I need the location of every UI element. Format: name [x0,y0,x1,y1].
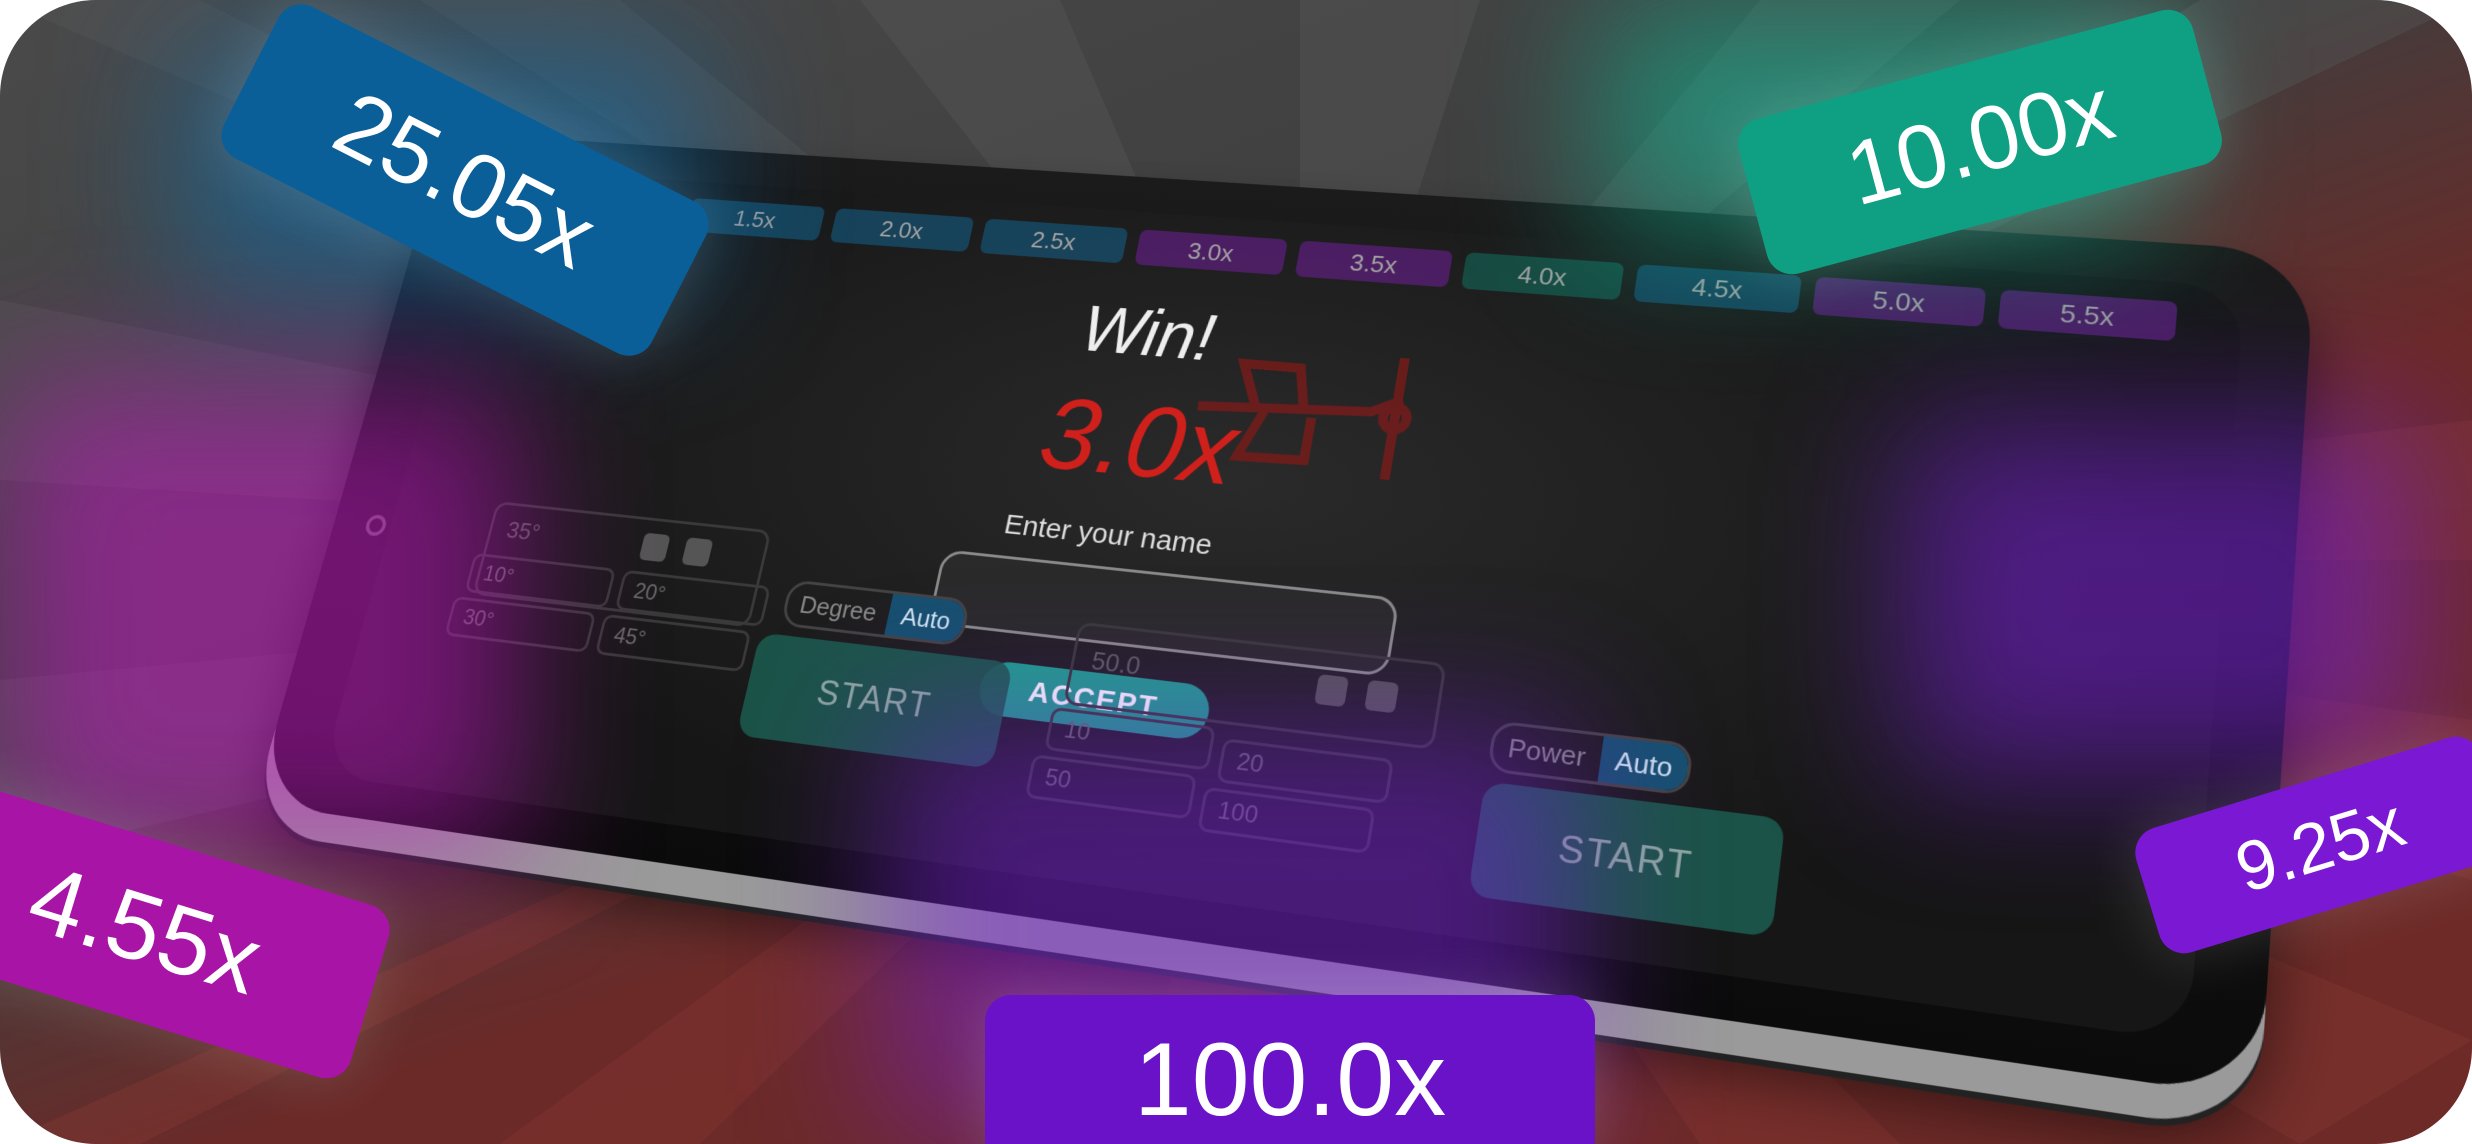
decrease-button[interactable] [638,532,671,563]
multiplier-chip: 4.0x [1460,252,1625,301]
increase-button[interactable] [1364,679,1400,714]
auto-label: Auto [1597,736,1691,793]
decrease-button[interactable] [1314,674,1350,708]
increase-button[interactable] [681,537,714,568]
promo-stage: 1.5x 2.0x 2.5x 3.0x 3.5x 4.0x 4.5x 5.0x 5.5x Win… [0,0,2472,1144]
name-label: Enter your name [1001,508,1215,562]
power-value: 50.0 [1089,645,1143,681]
win-multiplier: 3.0x [1030,376,1247,508]
multiplier-chip: 5.0x [1811,276,1987,327]
glow-magenta [0,380,520,860]
promo-card: 1.5x 2.0x 2.5x 3.0x 3.5x 4.0x 4.5x 5.0x 5.5x Win… [0,0,2472,1144]
multiplier-chip: 3.0x [1134,229,1289,276]
glow-violet [1900,420,2420,780]
multiplier-chip: 2.0x [829,208,975,252]
multiplier-chip: 5.5x [1997,289,2178,342]
multiplier-chip: 3.5x [1294,240,1454,288]
auto-label: Auto [884,593,968,644]
badge-bottom: 100.0x [985,995,1595,1144]
multiplier-chip: 2.5x [979,218,1129,264]
degree-label: Degree [797,589,880,627]
multiplier-chip: 4.5x [1633,264,1803,314]
